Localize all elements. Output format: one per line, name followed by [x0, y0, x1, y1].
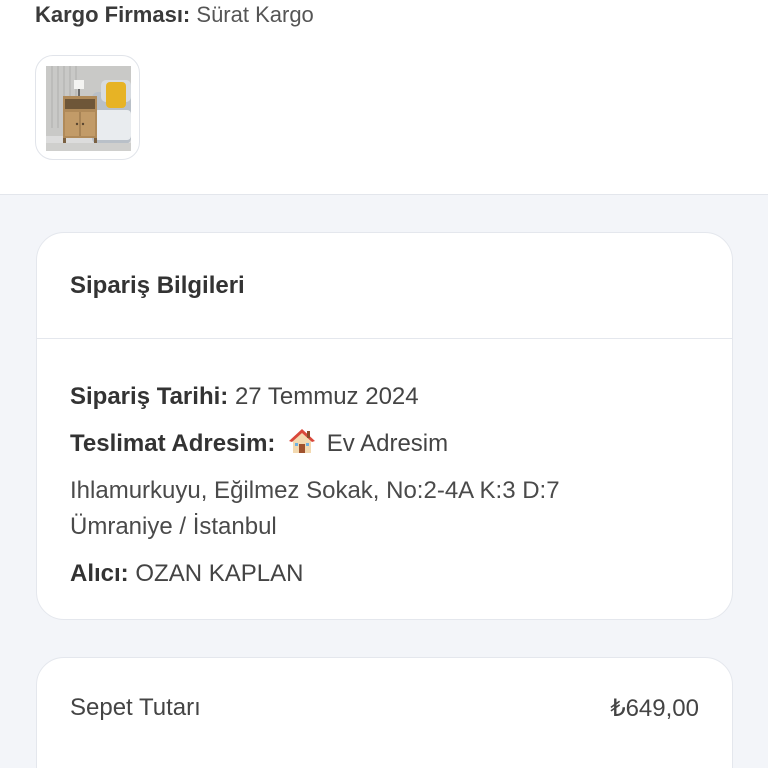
address-name: Ev Adresim — [326, 430, 449, 457]
order-info-body: Sipariş Tarihi: 27 Temmuz 2024 Teslimat … — [37, 339, 732, 592]
shipment-section: Kargo Firması: Sürat Kargo — [0, 0, 768, 195]
order-date-label: Sipariş Tarihi: — [70, 383, 229, 410]
nightstand-product-image — [46, 66, 131, 151]
order-date-row: Sipariş Tarihi: 27 Temmuz 2024 — [70, 379, 732, 415]
order-date-value: 27 Temmuz 2024 — [234, 383, 419, 410]
recipient-value: OZAN KAPLAN — [135, 560, 304, 587]
cargo-label: Kargo Firması: — [35, 2, 191, 27]
cargo-company: Kargo Firması: Sürat Kargo — [35, 2, 314, 28]
recipient-label: Alıcı: — [70, 560, 129, 587]
basket-total-row: Sepet Tutarı ₺649,00 — [70, 694, 699, 723]
address-line-1: Ihlamurkuyu, Eğilmez Sokak, No:2-4A K:3 … — [70, 477, 560, 504]
address-line-2: Ümraniye / İstanbul — [70, 513, 277, 540]
order-info-card: Sipariş Bilgileri Sipariş Tarihi: 27 Tem… — [36, 232, 733, 620]
basket-total-value: ₺649,00 — [610, 695, 699, 722]
recipient-row: Alıcı: OZAN KAPLAN — [70, 556, 732, 592]
basket-total-label: Sepet Tutarı — [70, 694, 201, 721]
product-thumbnail[interactable] — [35, 55, 140, 160]
house-icon — [289, 429, 316, 453]
order-info-title: Sipariş Bilgileri — [70, 271, 245, 299]
cargo-value: Sürat Kargo — [196, 2, 314, 27]
delivery-address-label: Teslimat Adresim: — [70, 430, 276, 457]
order-info-header: Sipariş Bilgileri — [37, 233, 732, 339]
order-summary-card: Sepet Tutarı ₺649,00 — [36, 657, 733, 768]
delivery-address-row: Teslimat Adresim: Ev Adresim — [70, 426, 732, 462]
